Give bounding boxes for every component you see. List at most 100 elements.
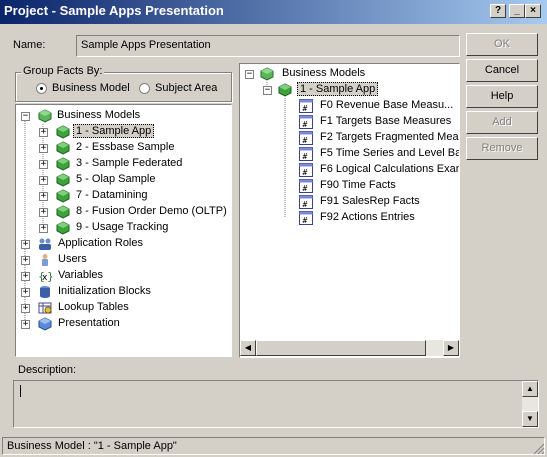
user-icon	[42, 254, 48, 266]
left-tree-view[interactable]: − Business Models + 1 - Sample App + 2 -…	[15, 104, 232, 357]
fact-table-item[interactable]: # F0 Revenue Base Measu...	[240, 98, 459, 114]
expand-icon[interactable]: +	[21, 256, 30, 265]
tree-label: Presentation	[58, 317, 120, 329]
tree-item-presentation[interactable]: + Presentation	[16, 316, 231, 332]
business-model-icon	[56, 205, 70, 219]
collapse-icon[interactable]: −	[245, 70, 254, 79]
fact-table-icon: #	[299, 147, 313, 161]
remove-button[interactable]: Remove	[466, 137, 538, 160]
tree-label: F90 Time Facts	[320, 179, 396, 191]
tree-item-model[interactable]: + 8 - Fusion Order Demo (OLTP)	[16, 204, 231, 220]
svg-text:#: #	[303, 168, 308, 177]
fact-table-icon: #	[299, 163, 313, 177]
svg-text:#: #	[303, 136, 308, 145]
help-icon: ?	[494, 5, 502, 16]
status-panel: Business Model : "1 - Sample App"	[2, 437, 545, 455]
expand-icon[interactable]: +	[39, 144, 48, 153]
variables-icon: {x}	[38, 270, 52, 283]
scroll-left-button[interactable]: ◀	[240, 340, 256, 356]
radio-button-checked[interactable]	[36, 83, 47, 94]
tree-item-model[interactable]: + 3 - Sample Federated	[16, 156, 231, 172]
radio-button-unchecked[interactable]	[139, 83, 150, 94]
tree-label: Lookup Tables	[58, 301, 129, 313]
tree-item-users[interactable]: + Users	[16, 252, 231, 268]
business-model-icon	[56, 173, 70, 187]
arrow-up-icon: ▲	[526, 384, 534, 393]
arrow-right-icon: ▶	[447, 343, 455, 352]
fact-table-icon: #	[299, 99, 313, 113]
tree-item-model[interactable]: − 1 - Sample App	[240, 82, 459, 98]
tree-label: F6 Logical Calculations Exam	[320, 163, 460, 175]
name-label: Name:	[13, 39, 46, 51]
business-models-icon	[260, 67, 274, 81]
tree-item-application-roles[interactable]: + Application Roles	[16, 236, 231, 252]
tree-label: Variables	[58, 269, 104, 281]
tree-item-business-models[interactable]: − Business Models	[16, 108, 231, 124]
expand-icon[interactable]: +	[39, 176, 48, 185]
tree-label: 8 - Fusion Order Demo (OLTP)	[76, 205, 227, 217]
tree-item-model[interactable]: + 1 - Sample App	[16, 124, 231, 140]
expand-icon[interactable]: +	[39, 192, 48, 201]
horizontal-scrollbar[interactable]: ◀ ▶	[240, 340, 459, 356]
name-field[interactable]: Sample Apps Presentation	[76, 35, 460, 57]
tree-item-initialization-blocks[interactable]: + Initialization Blocks	[16, 284, 231, 300]
collapse-icon[interactable]: −	[263, 86, 272, 95]
tree-item-variables[interactable]: + {x} Variables	[16, 268, 231, 284]
tree-item-lookup-tables[interactable]: + Lookup Tables	[16, 300, 231, 316]
business-model-icon	[278, 83, 292, 97]
expand-icon[interactable]: +	[21, 240, 30, 249]
tree-item-model[interactable]: + 9 - Usage Tracking	[16, 220, 231, 236]
fact-table-item[interactable]: # F90 Time Facts	[240, 178, 459, 194]
right-tree-view[interactable]: − Business Models − 1 - Sample App # F0 …	[239, 63, 460, 358]
expand-icon[interactable]: +	[39, 128, 48, 137]
resize-grip-icon[interactable]	[532, 442, 545, 455]
tree-item-model[interactable]: + 2 - Essbase Sample	[16, 140, 231, 156]
business-model-icon	[56, 189, 70, 203]
tree-item-business-models[interactable]: − Business Models	[240, 66, 459, 82]
expand-icon[interactable]: +	[39, 224, 48, 233]
description-textarea[interactable]: ▲ ▼	[13, 380, 539, 428]
fact-table-item[interactable]: # F1 Targets Base Measures	[240, 114, 459, 130]
status-bar: Business Model : "1 - Sample App"	[0, 436, 547, 457]
tree-label: F2 Targets Fragmented Meas	[320, 131, 460, 143]
scroll-thumb[interactable]	[256, 340, 426, 356]
fact-table-item[interactable]: # F2 Targets Fragmented Meas	[240, 130, 459, 146]
radio-subject-area-label: Subject Area	[155, 82, 218, 94]
close-button[interactable]: ×	[525, 4, 541, 18]
collapse-icon[interactable]: −	[21, 112, 30, 121]
svg-text:#: #	[303, 152, 308, 161]
expand-icon[interactable]: +	[21, 288, 30, 297]
expand-icon[interactable]: +	[39, 208, 48, 217]
add-button[interactable]: Add	[466, 111, 538, 134]
tree-label: 9 - Usage Tracking	[76, 221, 169, 233]
expand-icon[interactable]: +	[21, 304, 30, 313]
fact-table-item[interactable]: # F6 Logical Calculations Exam	[240, 162, 459, 178]
expand-icon[interactable]: +	[21, 272, 30, 281]
radio-subject-area[interactable]: Subject Area	[139, 82, 229, 96]
scroll-down-button[interactable]: ▼	[522, 411, 538, 427]
scroll-right-button[interactable]: ▶	[443, 340, 459, 356]
fact-table-icon: #	[299, 131, 313, 145]
tree-label: Users	[58, 253, 87, 265]
ok-button[interactable]: OK	[466, 33, 538, 56]
scroll-up-button[interactable]: ▲	[522, 381, 538, 397]
tree-item-model[interactable]: + 7 - Datamining	[16, 188, 231, 204]
fact-table-item[interactable]: # F92 Actions Entries	[240, 210, 459, 226]
tree-label: F5 Time Series and Level Ba	[320, 147, 460, 159]
expand-icon[interactable]: +	[21, 320, 30, 329]
tree-label: Business Models	[282, 67, 366, 79]
tree-label: F1 Targets Base Measures	[320, 115, 452, 127]
vertical-scrollbar[interactable]: ▲ ▼	[522, 381, 538, 427]
help-button[interactable]: Help	[466, 85, 538, 108]
minimize-button[interactable]: _	[509, 4, 525, 18]
tree-label: F0 Revenue Base Measu...	[320, 99, 454, 111]
tree-item-model[interactable]: + 5 - Olap Sample	[16, 172, 231, 188]
expand-icon[interactable]: +	[39, 160, 48, 169]
title-bar[interactable]: Project - Sample Apps Presentation ? _ ×	[0, 0, 547, 24]
help-caption-button[interactable]: ?	[490, 4, 506, 18]
cancel-button[interactable]: Cancel	[466, 59, 538, 82]
radio-business-model-label: Business Model	[52, 82, 130, 94]
fact-table-item[interactable]: # F91 SalesRep Facts	[240, 194, 459, 210]
radio-business-model[interactable]: Business Model	[36, 82, 136, 96]
fact-table-item[interactable]: # F5 Time Series and Level Ba	[240, 146, 459, 162]
